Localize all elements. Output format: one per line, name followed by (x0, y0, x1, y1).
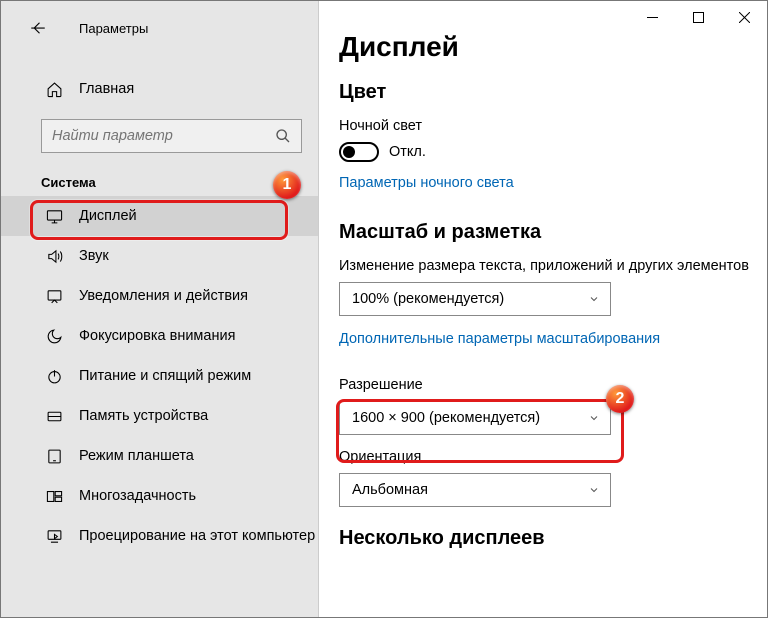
project-icon (45, 527, 63, 545)
chevron-down-icon (588, 412, 600, 424)
chevron-down-icon (588, 293, 600, 305)
sidebar-item-multitasking[interactable]: Многозадачность (1, 476, 318, 516)
sidebar-header: Параметры (1, 5, 318, 51)
section-multi-heading: Несколько дисплеев (339, 527, 767, 550)
resolution-dropdown[interactable]: 1600 × 900 (рекомендуется) (339, 401, 611, 435)
moon-icon (45, 327, 63, 345)
sidebar-item-label: Уведомления и действия (79, 288, 248, 304)
night-light-toggle-row: Откл. (339, 142, 767, 162)
sidebar-item-label: Дисплей (79, 208, 137, 224)
resolution-group: Разрешение 1600 × 900 (рекомендуется) (339, 377, 767, 435)
night-light-toggle[interactable] (339, 142, 379, 162)
close-button[interactable] (721, 1, 767, 33)
maximize-icon (693, 12, 704, 23)
window-controls (629, 1, 767, 33)
search-box[interactable] (41, 119, 302, 153)
sidebar-item-label: Фокусировка внимания (79, 328, 235, 344)
night-light-state: Откл. (389, 144, 426, 160)
settings-window: Параметры Главная Система Дисплей Звук (0, 0, 768, 618)
chevron-down-icon (588, 484, 600, 496)
orientation-dropdown[interactable]: Альбомная (339, 473, 611, 507)
notifications-icon (45, 287, 63, 305)
sidebar-item-display[interactable]: Дисплей (1, 196, 318, 236)
orientation-caption: Ориентация (339, 449, 767, 465)
sidebar-nav: Дисплей Звук Уведомления и действия Фоку… (1, 196, 318, 556)
resolution-dropdown-value: 1600 × 900 (рекомендуется) (352, 410, 540, 426)
scale-caption: Изменение размера текста, приложений и д… (339, 258, 767, 274)
sidebar-section-title: Система (41, 175, 318, 190)
scale-dropdown-value: 100% (рекомендуется) (352, 291, 504, 307)
sidebar-item-power[interactable]: Питание и спящий режим (1, 356, 318, 396)
sidebar-item-storage[interactable]: Память устройства (1, 396, 318, 436)
sidebar-item-label: Многозадачность (79, 488, 196, 504)
night-light-settings-link[interactable]: Параметры ночного света (339, 175, 514, 191)
sidebar-item-focus[interactable]: Фокусировка внимания (1, 316, 318, 356)
multitask-icon (45, 487, 63, 505)
sidebar-item-projecting[interactable]: Проецирование на этот компьютер (1, 516, 318, 556)
sound-icon (45, 247, 63, 265)
sidebar-item-sound[interactable]: Звук (1, 236, 318, 276)
sidebar: Параметры Главная Система Дисплей Звук (1, 1, 319, 617)
minimize-icon (647, 12, 658, 23)
minimize-button[interactable] (629, 1, 675, 33)
sidebar-item-notifications[interactable]: Уведомления и действия (1, 276, 318, 316)
page-title: Дисплей (339, 31, 767, 63)
orientation-dropdown-value: Альбомная (352, 482, 428, 498)
sidebar-home[interactable]: Главная (1, 69, 318, 109)
section-color-heading: Цвет (339, 81, 767, 104)
sidebar-item-label: Режим планшета (79, 448, 194, 464)
search-icon (275, 128, 291, 144)
sidebar-item-label: Звук (79, 248, 109, 264)
power-icon (45, 367, 63, 385)
search-input[interactable] (52, 128, 275, 144)
close-icon (739, 12, 750, 23)
home-icon (45, 81, 63, 98)
scale-group: Изменение размера текста, приложений и д… (339, 258, 767, 369)
section-scale-heading: Масштаб и разметка (339, 221, 767, 244)
storage-icon (45, 407, 63, 425)
sidebar-item-tablet[interactable]: Режим планшета (1, 436, 318, 476)
monitor-icon (45, 207, 63, 225)
sidebar-item-label: Память устройства (79, 408, 208, 424)
back-button[interactable] (21, 11, 55, 45)
arrow-left-icon (29, 19, 47, 37)
orientation-group: Ориентация Альбомная (339, 449, 767, 507)
scale-dropdown[interactable]: 100% (рекомендуется) (339, 282, 611, 316)
app-title: Параметры (79, 21, 148, 36)
sidebar-item-label: Питание и спящий режим (79, 368, 251, 384)
sidebar-home-label: Главная (79, 81, 134, 97)
tablet-icon (45, 447, 63, 465)
maximize-button[interactable] (675, 1, 721, 33)
sidebar-item-label: Проецирование на этот компьютер (79, 528, 315, 544)
resolution-caption: Разрешение (339, 377, 767, 393)
content-pane: Дисплей Цвет Ночной свет Откл. Параметры… (319, 1, 767, 617)
advanced-scaling-link[interactable]: Дополнительные параметры масштабирования (339, 331, 660, 347)
night-light-group: Ночной свет Откл. Параметры ночного свет… (339, 118, 767, 213)
night-light-label: Ночной свет (339, 118, 767, 134)
